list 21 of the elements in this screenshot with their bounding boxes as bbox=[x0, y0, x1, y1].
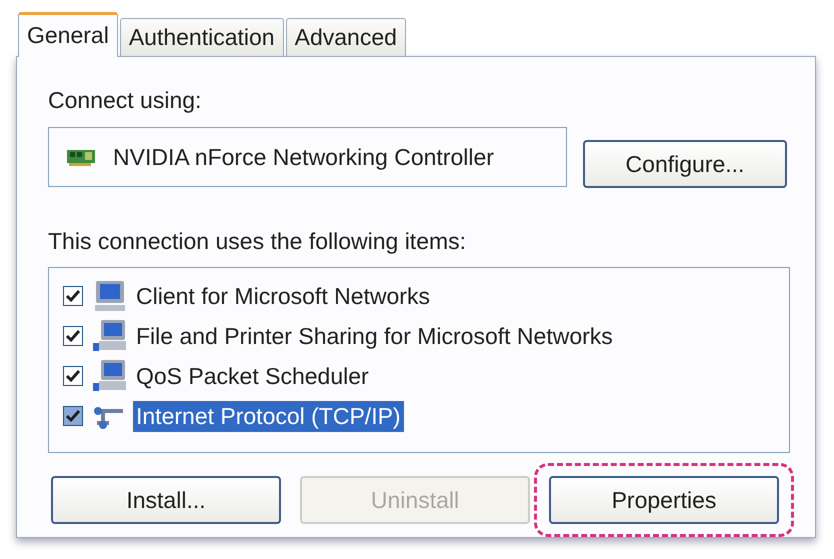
list-item[interactable]: QoS Packet Scheduler bbox=[133, 360, 372, 392]
tab[interactable]: Authentication bbox=[120, 18, 284, 56]
list-item[interactable]: Client for Microsoft Networks bbox=[133, 280, 433, 312]
checkbox[interactable] bbox=[63, 406, 83, 426]
checkbox[interactable] bbox=[63, 326, 83, 346]
connect-using-label: Connect using: bbox=[48, 87, 202, 114]
items-label: This connection uses the following items: bbox=[48, 228, 466, 255]
configure-button[interactable]: Configure... bbox=[583, 140, 787, 188]
networked-computer-icon bbox=[93, 359, 127, 393]
networked-computer-icon bbox=[93, 319, 127, 353]
action-button[interactable]: Install... bbox=[51, 476, 281, 524]
tab[interactable]: Advanced bbox=[286, 18, 406, 56]
action-button[interactable]: Properties bbox=[549, 476, 779, 524]
checkbox[interactable] bbox=[63, 286, 83, 306]
adapter-name: NVIDIA nForce Networking Controller bbox=[113, 144, 494, 170]
tab[interactable]: General bbox=[18, 12, 118, 57]
checkbox[interactable] bbox=[63, 366, 83, 386]
computer-icon bbox=[93, 279, 127, 313]
list-item[interactable]: File and Printer Sharing for Microsoft Networks bbox=[133, 320, 616, 352]
network-card-icon bbox=[67, 148, 97, 166]
list-item[interactable]: Internet Protocol (TCP/IP) bbox=[133, 400, 404, 432]
